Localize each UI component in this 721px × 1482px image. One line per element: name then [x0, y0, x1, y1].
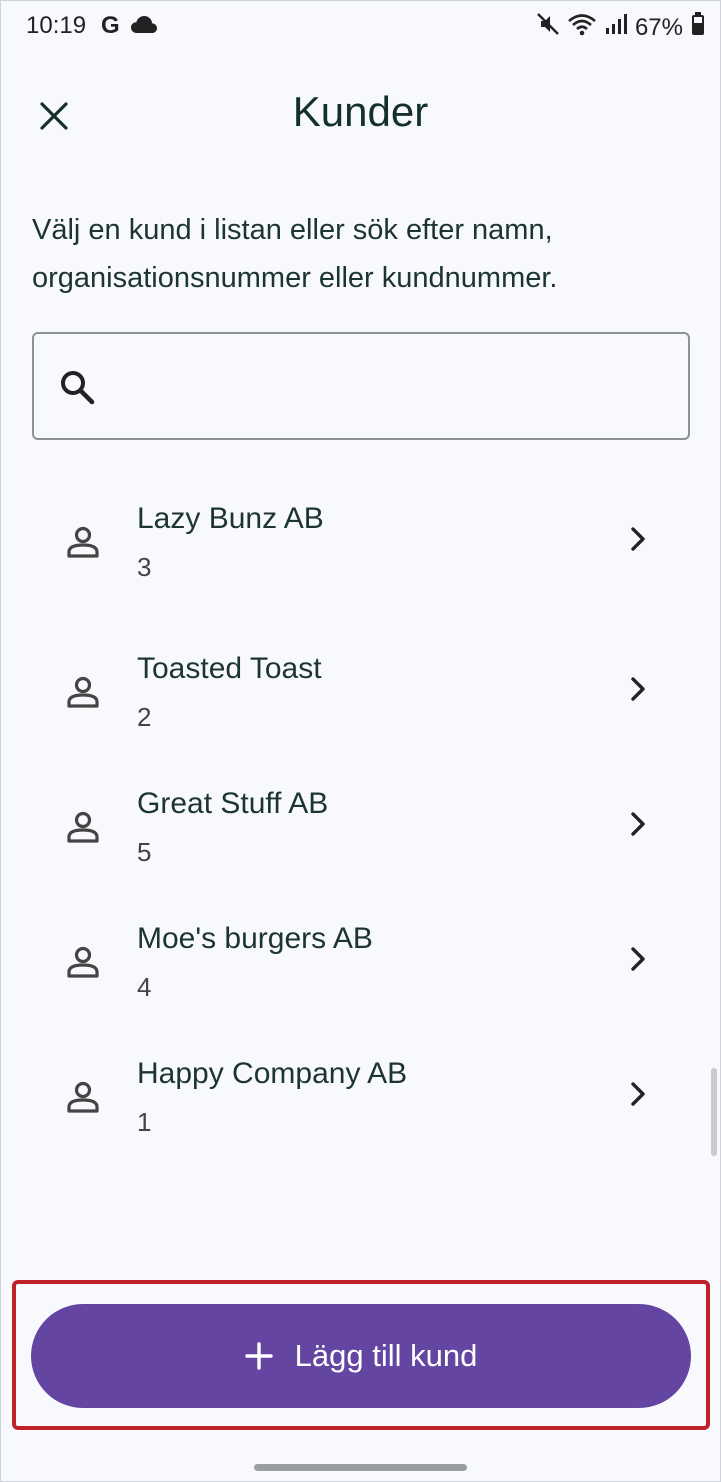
header: Kunder	[0, 70, 721, 160]
customer-row-toasted-toast[interactable]: Toasted Toast 2	[0, 620, 721, 750]
customer-row-lazy-bunz[interactable]: Lazy Bunz AB 3	[0, 470, 721, 600]
chevron-right-icon	[626, 946, 650, 977]
customer-row-great-stuff[interactable]: Great Stuff AB 5	[0, 755, 721, 885]
search-field[interactable]	[32, 332, 690, 440]
status-time: 10:19	[26, 12, 87, 39]
intro-text: Välj en kund i listan eller sök efter na…	[32, 214, 558, 294]
customer-name: Moe's burgers AB	[137, 922, 373, 955]
plus-icon	[244, 1342, 273, 1370]
customer-number: 4	[137, 972, 152, 1002]
mute-icon	[537, 12, 559, 43]
person-icon	[66, 811, 100, 848]
google-icon: G	[101, 12, 120, 39]
chevron-right-icon	[626, 676, 650, 707]
search-input[interactable]	[126, 354, 670, 422]
page-title: Kunder	[292, 88, 429, 135]
status-icons: 67%	[537, 12, 705, 43]
search-icon	[58, 368, 98, 413]
battery-percent: 67%	[634, 13, 683, 41]
person-icon	[66, 1081, 100, 1118]
scrollbar-thumb[interactable]	[711, 1068, 717, 1156]
customer-number: 2	[137, 702, 152, 732]
signal-icon	[605, 13, 627, 42]
customer-name: Happy Company AB	[137, 1057, 408, 1090]
customer-number: 1	[137, 1107, 152, 1137]
add-customer-label: Lägg till kund	[294, 1338, 478, 1373]
status-bar: 10:19 G 67%	[0, 0, 721, 54]
person-icon	[66, 676, 100, 713]
home-indicator[interactable]	[254, 1464, 467, 1471]
chevron-right-icon	[626, 526, 650, 557]
customer-name: Lazy Bunz AB	[137, 502, 324, 535]
wifi-icon	[567, 12, 597, 43]
customer-name: Toasted Toast	[137, 652, 322, 685]
add-customer-button[interactable]: Lägg till kund	[31, 1304, 691, 1408]
cloud-icon	[131, 16, 157, 39]
customer-number: 5	[137, 837, 152, 867]
customer-name: Great Stuff AB	[137, 787, 329, 820]
person-icon	[66, 526, 100, 563]
customer-row-happy-company[interactable]: Happy Company AB 1	[0, 1025, 721, 1155]
customer-row-moes-burgers[interactable]: Moe's burgers AB 4	[0, 890, 721, 1020]
person-icon	[66, 946, 100, 983]
customer-number: 3	[137, 552, 152, 582]
chevron-right-icon	[626, 811, 650, 842]
battery-icon	[691, 12, 705, 43]
chevron-right-icon	[626, 1081, 650, 1112]
